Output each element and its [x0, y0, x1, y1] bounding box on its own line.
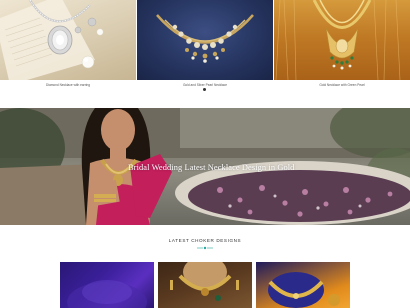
choker-product-image[interactable] — [158, 262, 252, 308]
pearl-necklace-illustration — [156, 14, 254, 63]
heading-ornament-icon — [197, 246, 213, 250]
choker-product-image[interactable] — [256, 262, 350, 308]
diamond-necklace-illustration — [0, 0, 104, 80]
product-image[interactable] — [274, 0, 410, 80]
product-card[interactable]: Gold and Silver Pearl Necklace — [137, 0, 273, 108]
blue-gold-choker-illustration — [268, 272, 340, 308]
product-caption[interactable]: Gold and Silver Pearl Necklace — [137, 83, 273, 87]
product-image[interactable] — [137, 0, 273, 80]
banner-title[interactable]: Bridal Wedding Latest Necklace Design in… — [0, 163, 410, 172]
product-image[interactable] — [0, 0, 136, 80]
product-row: Diamond Necklace with earring Gold and S… — [0, 0, 410, 108]
product-card[interactable]: Gold Necklace with Green Pearl — [274, 0, 410, 108]
gold-choker-illustration — [170, 262, 239, 301]
choker-product-image[interactable] — [60, 262, 154, 308]
product-caption[interactable]: Gold Necklace with Green Pearl — [274, 83, 410, 87]
green-pearl-necklace-illustration — [275, 0, 401, 80]
product-caption[interactable]: Diamond Necklace with earring — [0, 83, 136, 87]
section-heading: LATEST CHOKER DESIGNS — [168, 238, 242, 243]
carousel-dot-icon[interactable] — [203, 88, 206, 91]
purple-choker-illustration — [67, 280, 147, 308]
product-card[interactable]: Diamond Necklace with earring — [0, 0, 136, 108]
